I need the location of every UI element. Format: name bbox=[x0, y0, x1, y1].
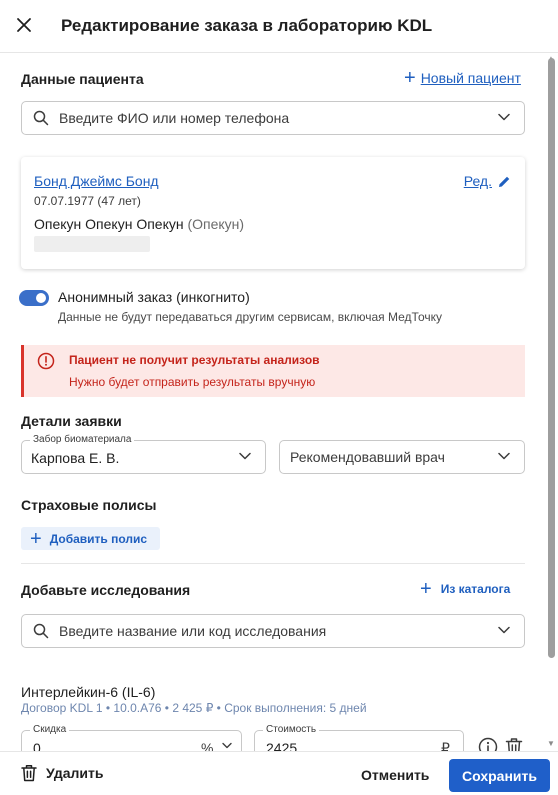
patient-dob: 07.07.1977 (47 лет) bbox=[34, 194, 141, 208]
guardian-name: Опекун Опекун Опекун bbox=[34, 216, 184, 232]
dialog-header: Редактирование заказа в лабораторию KDL bbox=[0, 0, 558, 52]
price-label: Стоимость bbox=[263, 724, 320, 735]
biomaterial-label: Забор биоматериала bbox=[30, 434, 135, 445]
cancel-button[interactable]: Отменить bbox=[361, 767, 429, 783]
section-divider bbox=[21, 563, 525, 564]
test-search-input[interactable]: Введите название или код исследования bbox=[21, 614, 525, 648]
chevron-down-icon[interactable] bbox=[498, 626, 510, 634]
dialog-footer: Удалить Отменить Сохранить bbox=[0, 751, 558, 795]
order-details-title: Детали заявки bbox=[21, 413, 122, 429]
dialog-title: Редактирование заказа в лабораторию KDL bbox=[61, 16, 433, 35]
pencil-icon bbox=[499, 176, 510, 187]
price-field[interactable]: Стоимость 2425 ₽ bbox=[254, 724, 464, 751]
referring-doctor-placeholder: Рекомендовавший врач bbox=[290, 449, 445, 465]
chevron-down-icon[interactable] bbox=[239, 452, 251, 460]
discount-field[interactable]: Скидка 0 % bbox=[21, 724, 242, 751]
new-patient-button[interactable]: + Новый пациент bbox=[404, 67, 521, 89]
alert-text: Нужно будет отправить результаты вручную bbox=[69, 375, 316, 389]
tests-section-title: Добавьте исследования bbox=[21, 582, 191, 598]
anonymous-description: Данные не будут передаваться другим серв… bbox=[58, 310, 442, 324]
biomaterial-value: Карпова Е. В. bbox=[31, 450, 120, 466]
from-catalog-label: Из каталога bbox=[440, 582, 511, 596]
chevron-down-icon[interactable] bbox=[498, 113, 510, 121]
warning-alert: Пациент не получит результаты анализов Н… bbox=[21, 345, 525, 397]
trash-icon[interactable] bbox=[505, 737, 523, 751]
dialog-content: Данные пациента + Новый пациент Введите … bbox=[0, 53, 545, 751]
anonymous-toggle[interactable] bbox=[19, 290, 49, 306]
save-button[interactable]: Сохранить bbox=[449, 759, 550, 792]
referring-doctor-select[interactable]: Рекомендовавший врач bbox=[279, 440, 525, 474]
trash-icon bbox=[21, 765, 37, 782]
discount-unit: % bbox=[201, 740, 214, 751]
info-icon[interactable] bbox=[478, 737, 498, 751]
insurance-title: Страховые полисы bbox=[21, 497, 157, 513]
delete-label: Удалить bbox=[46, 765, 104, 781]
delete-button[interactable]: Удалить bbox=[21, 764, 103, 782]
from-catalog-button[interactable]: + Из каталога bbox=[420, 578, 511, 600]
test-item-meta: Договор KDL 1 • 10.0.A76 • 2 425 ₽ • Сро… bbox=[21, 701, 367, 715]
patient-name-link[interactable]: Бонд Джеймс Бонд bbox=[34, 173, 159, 189]
hidden-phone-placeholder bbox=[34, 236, 150, 252]
alert-circle-icon bbox=[37, 352, 55, 373]
discount-value: 0 bbox=[33, 740, 41, 751]
anonymous-label: Анонимный заказ (инкогнито) bbox=[58, 289, 250, 305]
plus-icon: + bbox=[404, 67, 416, 89]
search-icon bbox=[33, 110, 49, 126]
guardian-role: (Опекун) bbox=[187, 216, 245, 232]
edit-patient-button[interactable]: Ред. bbox=[464, 173, 511, 189]
chevron-down-icon[interactable] bbox=[222, 742, 232, 749]
close-icon[interactable] bbox=[14, 15, 34, 35]
new-patient-label: Новый пациент bbox=[420, 70, 521, 86]
edit-patient-label: Ред. bbox=[463, 173, 492, 189]
scroll-down-arrow[interactable]: ▼ bbox=[547, 739, 555, 748]
patient-search-input[interactable]: Введите ФИО или номер телефона bbox=[21, 101, 525, 135]
chevron-down-icon[interactable] bbox=[498, 452, 510, 460]
guardian-info: Опекун Опекун Опекун (Опекун) bbox=[34, 216, 244, 232]
toggle-knob bbox=[36, 293, 46, 303]
test-search-placeholder: Введите название или код исследования bbox=[59, 623, 327, 639]
add-policy-button[interactable]: + Добавить полис bbox=[21, 527, 160, 550]
edit-order-dialog: Редактирование заказа в лабораторию KDL … bbox=[0, 0, 558, 795]
patient-card: Бонд Джеймс Бонд 07.07.1977 (47 лет) Опе… bbox=[21, 157, 525, 269]
patient-section-title: Данные пациента bbox=[21, 71, 144, 87]
currency-symbol: ₽ bbox=[441, 740, 450, 751]
test-item-name: Интерлейкин-6 (IL-6) bbox=[21, 684, 156, 700]
search-icon bbox=[33, 623, 49, 639]
patient-search-placeholder: Введите ФИО или номер телефона bbox=[59, 110, 290, 126]
price-value: 2425 bbox=[266, 740, 298, 751]
plus-icon: + bbox=[420, 578, 432, 600]
plus-icon: + bbox=[30, 527, 42, 550]
add-policy-label: Добавить полис bbox=[49, 531, 148, 546]
discount-label: Скидка bbox=[30, 724, 70, 735]
scrollbar-thumb[interactable] bbox=[548, 58, 555, 658]
alert-title: Пациент не получит результаты анализов bbox=[69, 353, 320, 367]
biomaterial-select[interactable]: Забор биоматериала Карпова Е. В. bbox=[21, 434, 266, 474]
